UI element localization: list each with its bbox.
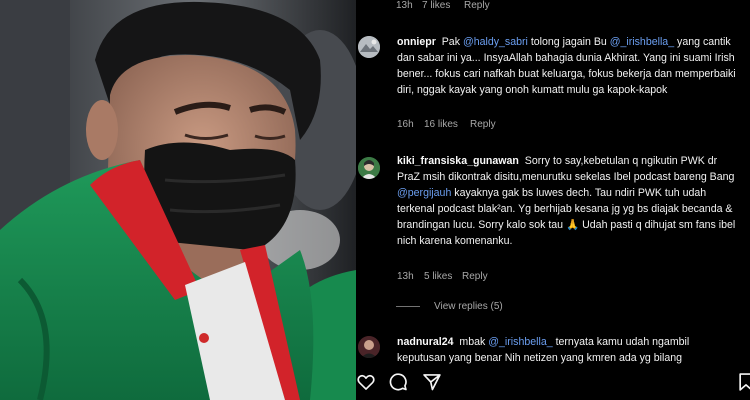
- comment-text: nadnural24 mbak @_irishbella_ ternyata k…: [397, 334, 739, 366]
- comment-time: 16h: [397, 119, 414, 130]
- comment-body-text: Pak: [441, 36, 463, 48]
- view-replies-label: View replies (5): [434, 301, 503, 312]
- comment-username[interactable]: onniepr: [397, 36, 436, 48]
- likes-count[interactable]: 16 likes: [424, 119, 470, 130]
- mention-link[interactable]: @pergijauh: [397, 187, 451, 199]
- comment-body-text: tolong jagain Bu: [527, 36, 610, 48]
- heart-icon[interactable]: [356, 372, 376, 392]
- comment-body-text: mbak: [459, 336, 489, 348]
- prev-comment-meta: 13h 7 likes Reply: [396, 0, 490, 11]
- share-icon[interactable]: [422, 372, 442, 392]
- mention-link[interactable]: @haldy_sabri: [463, 36, 528, 48]
- reply-link[interactable]: Reply: [470, 119, 496, 130]
- likes-count[interactable]: 7 likes: [422, 0, 464, 11]
- mention-link[interactable]: @_irishbella_: [610, 36, 674, 48]
- comment-time: 13h: [396, 0, 413, 11]
- comment-meta: 16h 16 likes Reply: [397, 119, 496, 130]
- comment-text: onniepr Pak @haldy_sabri tolong jagain B…: [397, 34, 739, 98]
- comment-icon[interactable]: [388, 372, 408, 392]
- bookmark-icon[interactable]: [736, 372, 750, 392]
- comments-panel: 13h 7 likes Reply onniepr Pak @haldy_sab…: [356, 0, 750, 400]
- mention-link[interactable]: @_irishbella_: [488, 336, 552, 348]
- avatar[interactable]: [358, 36, 380, 58]
- comment-meta: 13h 5 likes Reply: [397, 271, 488, 282]
- likes-count[interactable]: 5 likes: [424, 271, 462, 282]
- view-replies-button[interactable]: View replies (5): [396, 301, 503, 312]
- comment-username[interactable]: nadnural24: [397, 336, 454, 348]
- avatar[interactable]: [358, 157, 380, 179]
- reply-link[interactable]: Reply: [462, 271, 488, 282]
- post-actions-bar: [356, 364, 750, 400]
- comment-username[interactable]: kiki_fransiska_gunawan: [397, 155, 519, 167]
- reply-link[interactable]: Reply: [464, 0, 490, 11]
- divider: [396, 306, 420, 307]
- news-photo: [0, 0, 356, 400]
- comment-time: 13h: [397, 271, 414, 282]
- avatar[interactable]: [358, 336, 380, 358]
- comment-text: kiki_fransiska_gunawan Sorry to say,kebe…: [397, 153, 739, 249]
